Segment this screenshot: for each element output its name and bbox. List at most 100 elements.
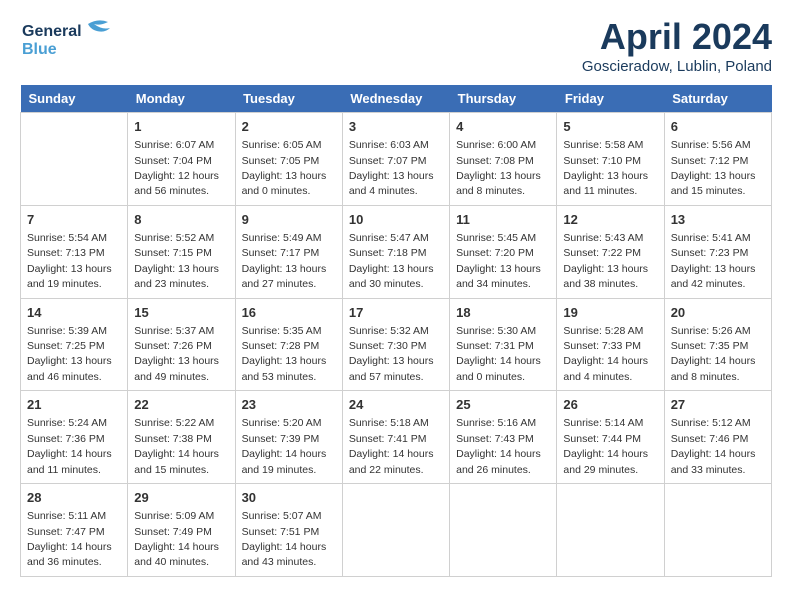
day-info: Sunrise: 5:45 AM Sunset: 7:20 PM Dayligh… [456, 232, 541, 290]
day-number: 14 [27, 304, 121, 322]
calendar-week-row: 28 Sunrise: 5:11 AM Sunset: 7:47 PM Dayli… [21, 484, 772, 577]
month-title: April 2024 [582, 16, 772, 58]
day-info: Sunrise: 5:39 AM Sunset: 7:25 PM Dayligh… [27, 325, 112, 383]
day-info: Sunrise: 5:16 AM Sunset: 7:43 PM Dayligh… [456, 417, 541, 475]
page-container: General Blue April 2024 Goscieradow, Lub… [0, 0, 792, 597]
day-info: Sunrise: 5:09 AM Sunset: 7:49 PM Dayligh… [134, 510, 219, 568]
header-sunday: Sunday [21, 85, 128, 113]
day-number: 24 [349, 396, 443, 414]
day-number: 27 [671, 396, 765, 414]
day-info: Sunrise: 5:24 AM Sunset: 7:36 PM Dayligh… [27, 417, 112, 475]
day-info: Sunrise: 5:18 AM Sunset: 7:41 PM Dayligh… [349, 417, 434, 475]
day-number: 26 [563, 396, 657, 414]
table-row: 19 Sunrise: 5:28 AM Sunset: 7:33 PM Dayli… [557, 298, 664, 391]
header-monday: Monday [128, 85, 235, 113]
day-number: 19 [563, 304, 657, 322]
header: General Blue April 2024 Goscieradow, Lub… [20, 16, 772, 75]
header-saturday: Saturday [664, 85, 771, 113]
day-info: Sunrise: 5:58 AM Sunset: 7:10 PM Dayligh… [563, 139, 648, 197]
day-number: 2 [242, 118, 336, 136]
day-number: 30 [242, 489, 336, 507]
day-number: 3 [349, 118, 443, 136]
table-row: 12Sunrise: 5:43 AM Sunset: 7:22 PM Dayli… [557, 205, 664, 298]
calendar-week-row: 1 Sunrise: 6:07 AM Sunset: 7:04 PM Daylig… [21, 113, 772, 206]
table-row: 2 Sunrise: 6:05 AM Sunset: 7:05 PM Daylig… [235, 113, 342, 206]
calendar-week-row: 14 Sunrise: 5:39 AM Sunset: 7:25 PM Dayli… [21, 298, 772, 391]
day-info: Sunrise: 6:00 AM Sunset: 7:08 PM Dayligh… [456, 139, 541, 197]
table-row: 6Sunrise: 5:56 AM Sunset: 7:12 PM Daylig… [664, 113, 771, 206]
day-number: 7 [27, 211, 121, 229]
table-row [342, 484, 449, 577]
table-row: 28 Sunrise: 5:11 AM Sunset: 7:47 PM Dayli… [21, 484, 128, 577]
header-thursday: Thursday [450, 85, 557, 113]
table-row: 24 Sunrise: 5:18 AM Sunset: 7:41 PM Dayli… [342, 391, 449, 484]
day-info: Sunrise: 5:47 AM Sunset: 7:18 PM Dayligh… [349, 232, 434, 290]
svg-text:Blue: Blue [22, 41, 57, 58]
table-row: 27Sunrise: 5:12 AM Sunset: 7:46 PM Dayli… [664, 391, 771, 484]
day-number: 18 [456, 304, 550, 322]
day-number: 5 [563, 118, 657, 136]
table-row: 7 Sunrise: 5:54 AM Sunset: 7:13 PM Daylig… [21, 205, 128, 298]
day-number: 25 [456, 396, 550, 414]
day-info: Sunrise: 5:11 AM Sunset: 7:47 PM Dayligh… [27, 510, 112, 568]
table-row: 3 Sunrise: 6:03 AM Sunset: 7:07 PM Daylig… [342, 113, 449, 206]
table-row: 30 Sunrise: 5:07 AM Sunset: 7:51 PM Dayli… [235, 484, 342, 577]
day-info: Sunrise: 5:20 AM Sunset: 7:39 PM Dayligh… [242, 417, 327, 475]
day-info: Sunrise: 5:41 AM Sunset: 7:23 PM Dayligh… [671, 232, 756, 290]
table-row: 22Sunrise: 5:22 AM Sunset: 7:38 PM Dayli… [128, 391, 235, 484]
table-row: 21Sunrise: 5:24 AM Sunset: 7:36 PM Dayli… [21, 391, 128, 484]
day-info: Sunrise: 5:07 AM Sunset: 7:51 PM Dayligh… [242, 510, 327, 568]
table-row: 18Sunrise: 5:30 AM Sunset: 7:31 PM Dayli… [450, 298, 557, 391]
calendar-week-row: 21Sunrise: 5:24 AM Sunset: 7:36 PM Dayli… [21, 391, 772, 484]
weekday-header-row: Sunday Monday Tuesday Wednesday Thursday… [21, 85, 772, 113]
calendar-week-row: 7 Sunrise: 5:54 AM Sunset: 7:13 PM Daylig… [21, 205, 772, 298]
table-row [21, 113, 128, 206]
day-info: Sunrise: 5:22 AM Sunset: 7:38 PM Dayligh… [134, 417, 219, 475]
table-row: 29 Sunrise: 5:09 AM Sunset: 7:49 PM Dayli… [128, 484, 235, 577]
day-number: 28 [27, 489, 121, 507]
table-row [450, 484, 557, 577]
day-info: Sunrise: 5:49 AM Sunset: 7:17 PM Dayligh… [242, 232, 327, 290]
day-number: 13 [671, 211, 765, 229]
day-number: 15 [134, 304, 228, 322]
day-info: Sunrise: 6:07 AM Sunset: 7:04 PM Dayligh… [134, 139, 219, 197]
day-info: Sunrise: 5:14 AM Sunset: 7:44 PM Dayligh… [563, 417, 648, 475]
day-info: Sunrise: 5:32 AM Sunset: 7:30 PM Dayligh… [349, 325, 434, 383]
day-number: 9 [242, 211, 336, 229]
day-info: Sunrise: 6:05 AM Sunset: 7:05 PM Dayligh… [242, 139, 327, 197]
day-info: Sunrise: 5:28 AM Sunset: 7:33 PM Dayligh… [563, 325, 648, 383]
table-row [664, 484, 771, 577]
day-number: 23 [242, 396, 336, 414]
day-info: Sunrise: 5:35 AM Sunset: 7:28 PM Dayligh… [242, 325, 327, 383]
day-info: Sunrise: 6:03 AM Sunset: 7:07 PM Dayligh… [349, 139, 434, 197]
table-row: 20Sunrise: 5:26 AM Sunset: 7:35 PM Dayli… [664, 298, 771, 391]
logo-area: General Blue [20, 16, 120, 60]
title-area: April 2024 Goscieradow, Lublin, Poland [582, 16, 772, 75]
general-blue-logo: General Blue [20, 16, 120, 60]
table-row: 23 Sunrise: 5:20 AM Sunset: 7:39 PM Dayli… [235, 391, 342, 484]
table-row: 14 Sunrise: 5:39 AM Sunset: 7:25 PM Dayli… [21, 298, 128, 391]
day-number: 6 [671, 118, 765, 136]
day-info: Sunrise: 5:43 AM Sunset: 7:22 PM Dayligh… [563, 232, 648, 290]
day-number: 29 [134, 489, 228, 507]
day-info: Sunrise: 5:37 AM Sunset: 7:26 PM Dayligh… [134, 325, 219, 383]
table-row: 1 Sunrise: 6:07 AM Sunset: 7:04 PM Daylig… [128, 113, 235, 206]
table-row: 10Sunrise: 5:47 AM Sunset: 7:18 PM Dayli… [342, 205, 449, 298]
day-info: Sunrise: 5:54 AM Sunset: 7:13 PM Dayligh… [27, 232, 112, 290]
calendar-table: Sunday Monday Tuesday Wednesday Thursday… [20, 85, 772, 577]
location: Goscieradow, Lublin, Poland [582, 58, 772, 75]
day-info: Sunrise: 5:26 AM Sunset: 7:35 PM Dayligh… [671, 325, 756, 383]
day-number: 4 [456, 118, 550, 136]
table-row: 4 Sunrise: 6:00 AM Sunset: 7:08 PM Daylig… [450, 113, 557, 206]
table-row: 9 Sunrise: 5:49 AM Sunset: 7:17 PM Daylig… [235, 205, 342, 298]
table-row: 13 Sunrise: 5:41 AM Sunset: 7:23 PM Dayli… [664, 205, 771, 298]
day-number: 1 [134, 118, 228, 136]
header-friday: Friday [557, 85, 664, 113]
table-row: 8Sunrise: 5:52 AM Sunset: 7:15 PM Daylig… [128, 205, 235, 298]
table-row: 25 Sunrise: 5:16 AM Sunset: 7:43 PM Dayli… [450, 391, 557, 484]
day-number: 17 [349, 304, 443, 322]
table-row: 11 Sunrise: 5:45 AM Sunset: 7:20 PM Dayli… [450, 205, 557, 298]
table-row: 26 Sunrise: 5:14 AM Sunset: 7:44 PM Dayli… [557, 391, 664, 484]
table-row: 15 Sunrise: 5:37 AM Sunset: 7:26 PM Dayli… [128, 298, 235, 391]
day-number: 11 [456, 211, 550, 229]
